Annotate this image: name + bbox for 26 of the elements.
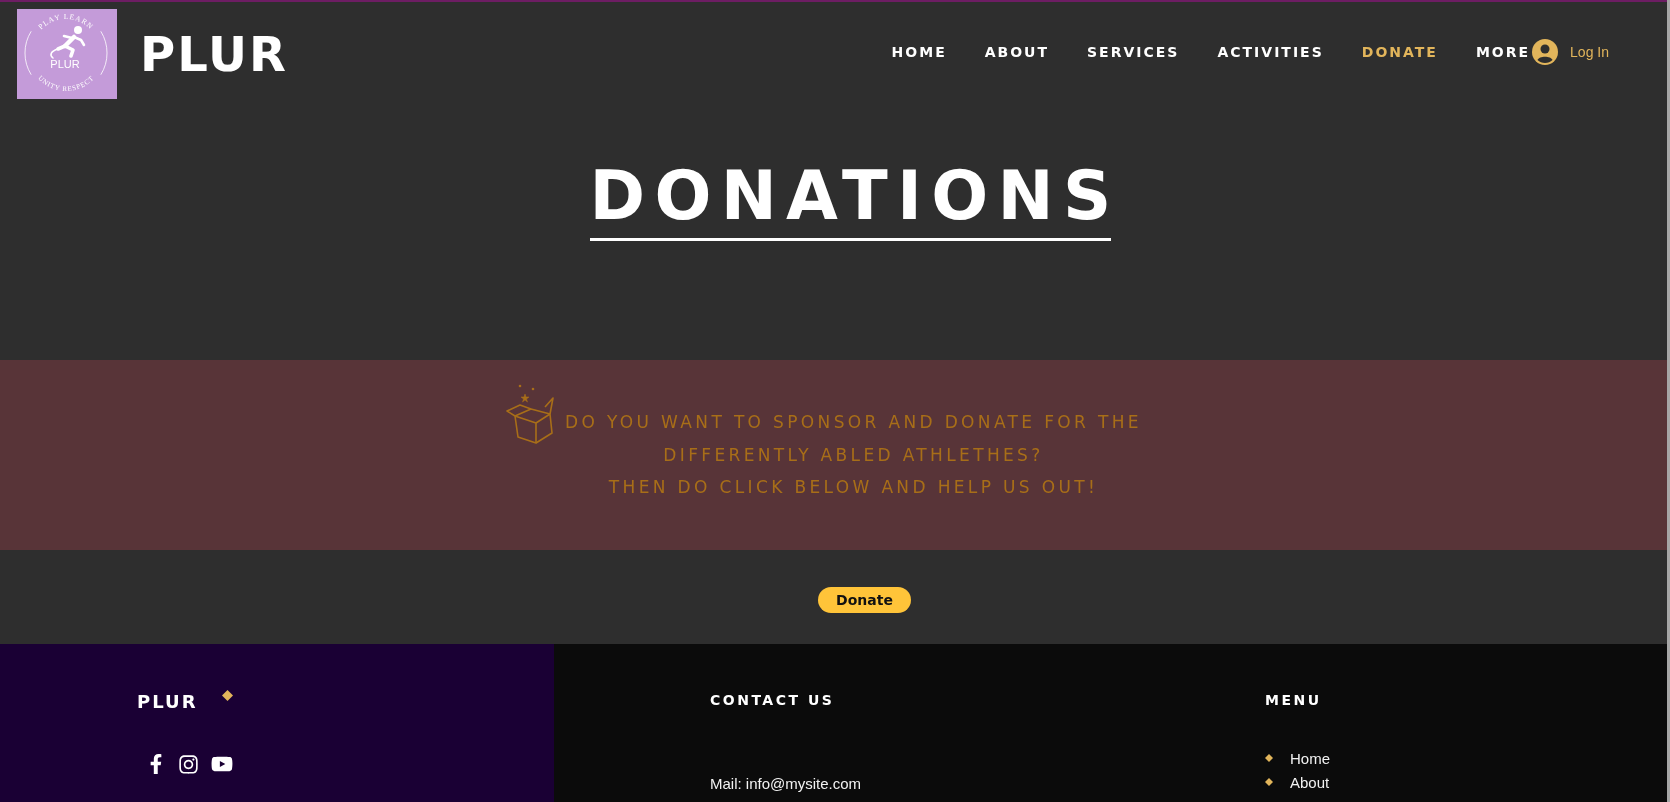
- nav-link[interactable]: ACTIVITIES: [1217, 44, 1324, 60]
- banner-text: DIFFERENTLY ABLED ATHLETHES?: [663, 443, 1044, 467]
- gift-box-icon: [505, 383, 556, 445]
- login-button[interactable]: Log In: [1532, 39, 1609, 65]
- nav-link[interactable]: SERVICES: [1087, 44, 1180, 60]
- donate-button[interactable]: Donate: [818, 587, 911, 613]
- banner-text: THEN DO CLICK BELOW AND HELP US OUT!: [608, 476, 1099, 499]
- logo-text: PLUR: [50, 58, 80, 70]
- diamond-icon: [221, 690, 233, 701]
- footer-brand: PLUR: [137, 690, 198, 714]
- user-icon: [1532, 39, 1559, 65]
- nav-link[interactable]: MORE: [1475, 44, 1531, 60]
- banner-text: DO YOU WANT TO SPONSOR AND DONATE FOR THE: [565, 411, 1142, 434]
- site-name: PLUR: [140, 26, 288, 82]
- nav-link[interactable]: ABOUT: [984, 44, 1050, 60]
- footer-heading: CONTACT US: [710, 691, 835, 710]
- diamond-icon: [1265, 754, 1273, 762]
- footer-heading: MENU: [1265, 691, 1322, 710]
- footer-menu-link[interactable]: About: [1290, 773, 1330, 791]
- footer-menu-link[interactable]: Home: [1290, 749, 1330, 767]
- diamond-icon: [1265, 778, 1273, 786]
- page-title: DONATIONS: [589, 163, 1121, 230]
- instagram-icon[interactable]: [178, 753, 199, 775]
- nav-link[interactable]: HOME: [891, 44, 947, 60]
- contact-text: Mail: info@mysite.com: [710, 774, 862, 794]
- nav-link[interactable]: DONATE: [1361, 44, 1438, 60]
